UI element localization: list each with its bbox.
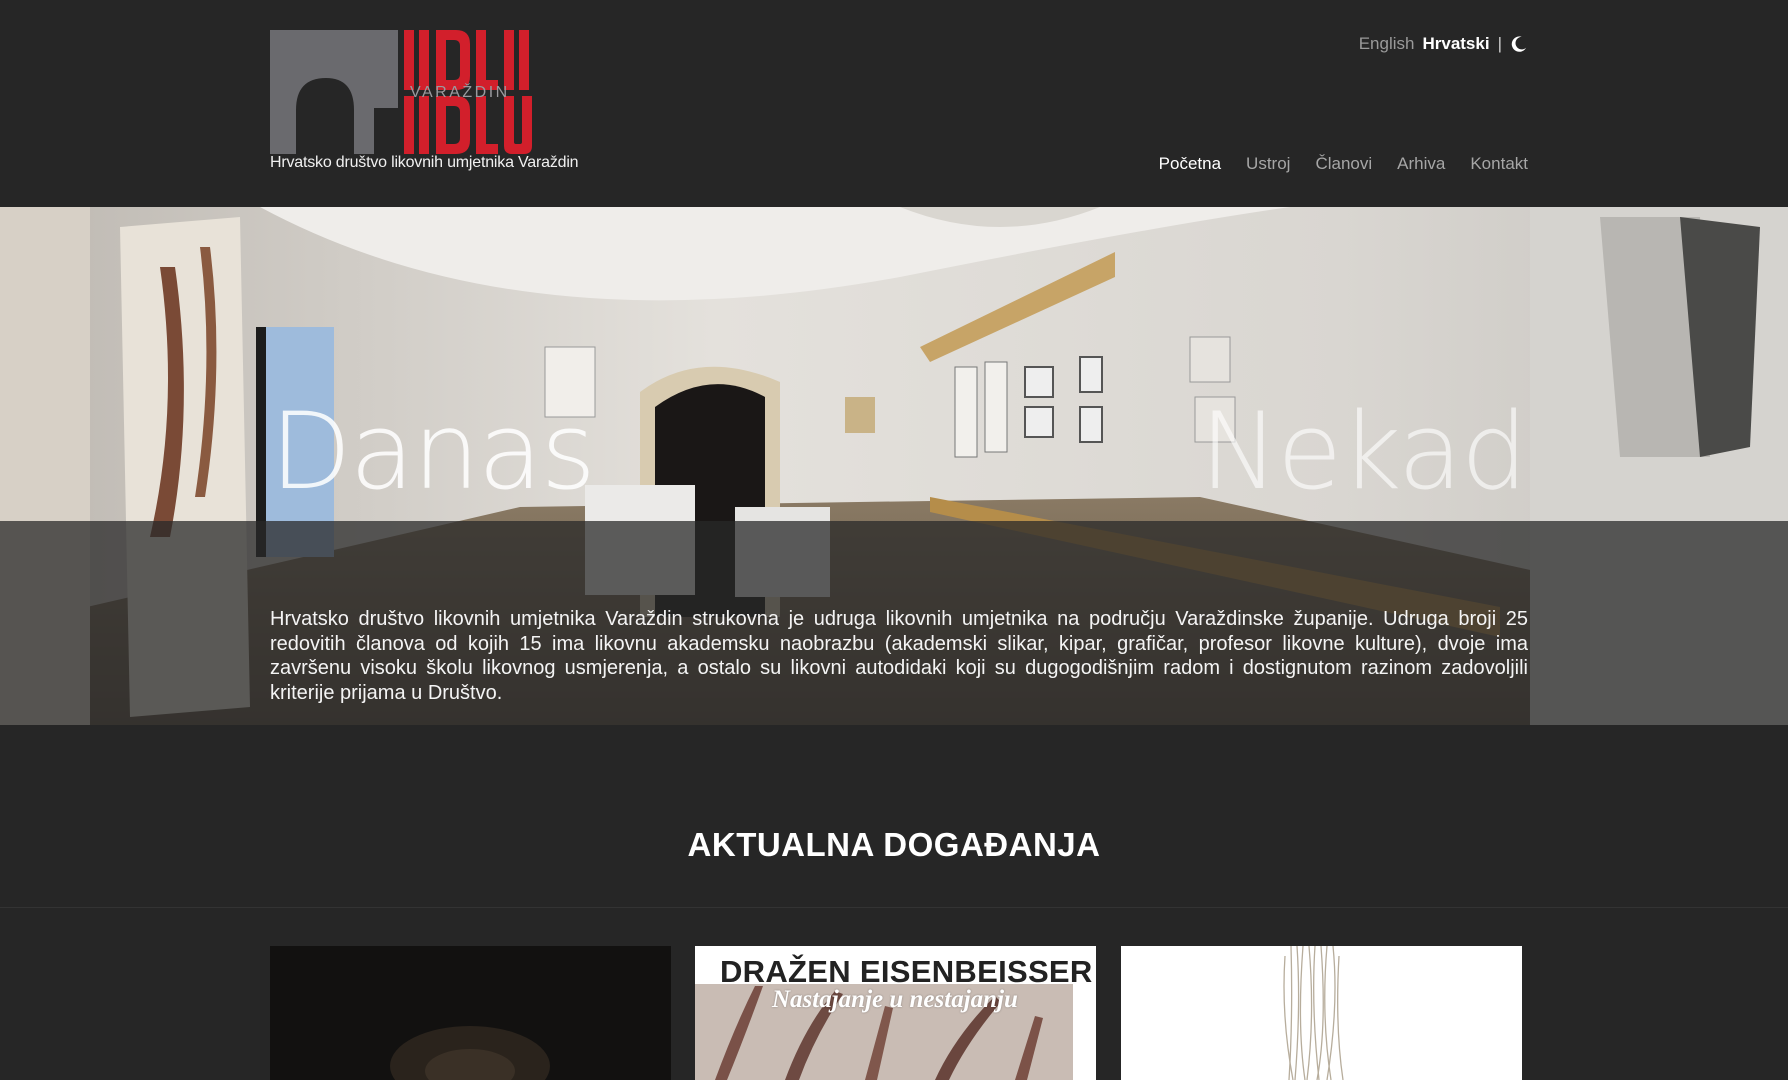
site-header: VARAŽDIN Hrvatsko društvo likovnih umjet…: [0, 0, 1788, 207]
lang-english[interactable]: English: [1359, 34, 1415, 54]
hero-banner: Danas Nekad Hrvatsko društvo likovnih um…: [0, 207, 1788, 725]
lang-croatian[interactable]: Hrvatski: [1422, 34, 1489, 54]
intro-paragraph: Hrvatsko društvo likovnih umjetnika Vara…: [270, 608, 1528, 704]
language-switcher: English Hrvatski |: [1359, 34, 1528, 54]
nav-item-arhiva[interactable]: Arhiva: [1397, 154, 1445, 174]
logo-subtitle: Hrvatsko društvo likovnih umjetnika Vara…: [270, 154, 579, 171]
event-card-image: [1121, 946, 1522, 1080]
event-card[interactable]: [270, 946, 671, 1080]
event-card-image: [270, 946, 671, 1080]
hero-word-danas: Danas: [270, 390, 596, 513]
hdlu-logo[interactable]: VARAŽDIN: [270, 30, 545, 154]
logo-word: VARAŽDIN: [410, 82, 510, 101]
event-card-subtitle: Nastajanje u nestajanju: [772, 986, 1018, 1013]
event-card[interactable]: [1121, 946, 1522, 1080]
nav-item-ustroj[interactable]: Ustroj: [1246, 154, 1290, 174]
lang-separator: |: [1497, 34, 1502, 53]
nav-item-clanovi[interactable]: Članovi: [1315, 154, 1372, 174]
event-card-title: DRAŽEN EISENBEISSER: [720, 954, 1093, 989]
hero-word-nekad: Nekad: [1199, 390, 1528, 513]
main-nav: Početna Ustroj Članovi Arhiva Kontakt: [1159, 154, 1528, 174]
section-divider: [0, 907, 1788, 908]
event-card[interactable]: DRAŽEN EISENBEISSER Nastajanje u nestaja…: [695, 946, 1096, 1080]
moon-icon[interactable]: [1510, 35, 1528, 53]
nav-item-pocetna[interactable]: Početna: [1159, 154, 1221, 174]
nav-item-kontakt[interactable]: Kontakt: [1470, 154, 1528, 174]
events-heading: AKTUALNA DOGAĐANJA: [687, 826, 1101, 863]
